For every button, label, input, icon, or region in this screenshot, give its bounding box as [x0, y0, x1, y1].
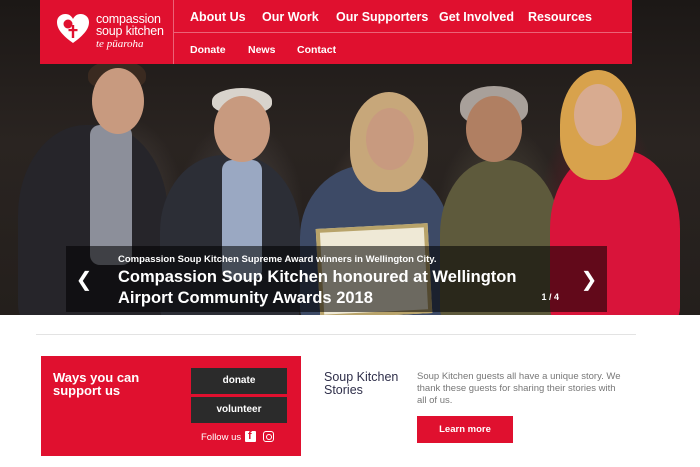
- slide-subtitle: Compassion Soup Kitchen Supreme Award wi…: [118, 254, 437, 265]
- chevron-left-icon[interactable]: ❮: [74, 268, 94, 292]
- instagram-icon[interactable]: [263, 431, 274, 442]
- logo-tagline: te pūaroha: [96, 38, 144, 50]
- person-face: [92, 68, 144, 134]
- slide-pager: 1 / 4: [541, 292, 559, 302]
- person-face: [366, 108, 414, 170]
- stories-description: Soup Kitchen guests all have a unique st…: [417, 371, 621, 406]
- logo-text-line2: soup kitchen: [96, 24, 164, 38]
- section-divider: [36, 334, 636, 335]
- nav-donate[interactable]: Donate: [190, 44, 226, 56]
- volunteer-button[interactable]: volunteer: [191, 397, 287, 423]
- nav-resources[interactable]: Resources: [528, 10, 592, 24]
- nav-our-work[interactable]: Our Work: [262, 10, 319, 24]
- nav-news[interactable]: News: [248, 44, 275, 56]
- follow-us-label: Follow us: [201, 432, 242, 443]
- nav-about-us[interactable]: About Us: [190, 10, 246, 24]
- donate-button[interactable]: donate: [191, 368, 287, 394]
- site-header: compassion soup kitchen te pūaroha About…: [40, 0, 632, 64]
- person-face: [574, 84, 622, 146]
- support-box: Ways you can support us donate volunteer…: [41, 356, 301, 456]
- slide-title[interactable]: Compassion Soup Kitchen honoured at Well…: [118, 267, 558, 309]
- slide-caption: ❮ Compassion Soup Kitchen Supreme Award …: [66, 246, 607, 312]
- learn-more-button[interactable]: Learn more: [417, 416, 513, 443]
- chevron-right-icon[interactable]: ❯: [579, 268, 599, 292]
- logo[interactable]: compassion soup kitchen te pūaroha: [40, 0, 174, 64]
- nav-get-involved[interactable]: Get Involved: [439, 10, 514, 24]
- support-heading: Ways you can support us: [53, 370, 140, 398]
- heart-cross-logo-icon: [57, 14, 89, 43]
- stories-heading: Soup Kitchen Stories: [324, 370, 399, 397]
- facebook-icon[interactable]: f: [245, 430, 256, 442]
- person-face: [214, 96, 270, 162]
- person-face: [466, 96, 522, 162]
- primary-nav: About Us Our Work Our Supporters Get Inv…: [174, 0, 632, 33]
- secondary-nav: Donate News Contact: [174, 33, 632, 64]
- person-shirt: [90, 125, 132, 265]
- nav-contact[interactable]: Contact: [297, 44, 336, 56]
- nav-our-supporters[interactable]: Our Supporters: [336, 10, 428, 24]
